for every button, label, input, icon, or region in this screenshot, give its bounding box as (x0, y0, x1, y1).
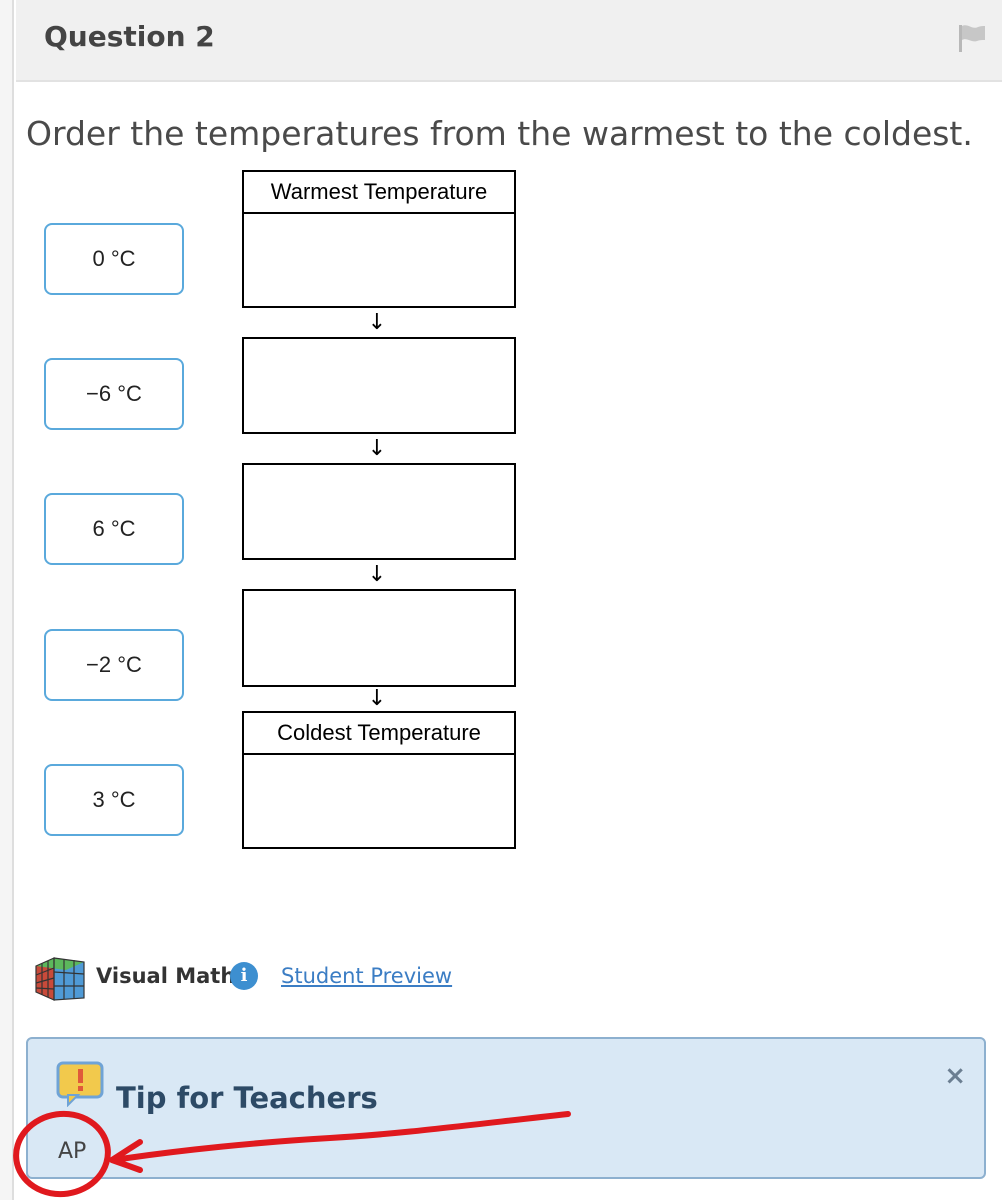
drop-slot-2[interactable] (242, 337, 516, 434)
drop-slot-4[interactable] (242, 589, 516, 687)
down-arrow-icon: ↓ (367, 686, 387, 711)
drop-slot-5[interactable] (242, 753, 516, 849)
left-border (0, 0, 14, 1200)
question-title: Question 2 (44, 20, 215, 53)
drop-slot-1[interactable] (242, 212, 516, 308)
warmest-label: Warmest Temperature (242, 170, 516, 214)
down-arrow-icon: ↓ (367, 436, 387, 461)
tip-title: Tip for Teachers (116, 1081, 378, 1115)
question-prompt: Order the temperatures from the warmest … (26, 114, 973, 153)
student-preview-link[interactable]: Student Preview (281, 964, 452, 988)
tip-alert-icon (56, 1061, 104, 1107)
draggable-tile-minus-2c[interactable]: −2 °C (44, 629, 184, 701)
tip-text: AP (58, 1139, 87, 1164)
drop-slot-3[interactable] (242, 463, 516, 560)
coldest-label: Coldest Temperature (242, 711, 516, 755)
flag-icon[interactable] (956, 22, 988, 54)
visual-math-icon (35, 957, 85, 1001)
tip-panel: Tip for Teachers × AP (26, 1037, 986, 1179)
down-arrow-icon: ↓ (367, 310, 387, 335)
draggable-tile-0c[interactable]: 0 °C (44, 223, 184, 295)
info-icon[interactable]: i (230, 962, 258, 990)
close-icon[interactable]: × (944, 1061, 966, 1091)
visual-math-label: Visual Math (96, 964, 236, 988)
draggable-tile-6c[interactable]: 6 °C (44, 493, 184, 565)
down-arrow-icon: ↓ (367, 562, 387, 587)
question-header: Question 2 (16, 0, 1002, 82)
draggable-tile-3c[interactable]: 3 °C (44, 764, 184, 836)
draggable-tile-minus-6c[interactable]: −6 °C (44, 358, 184, 430)
